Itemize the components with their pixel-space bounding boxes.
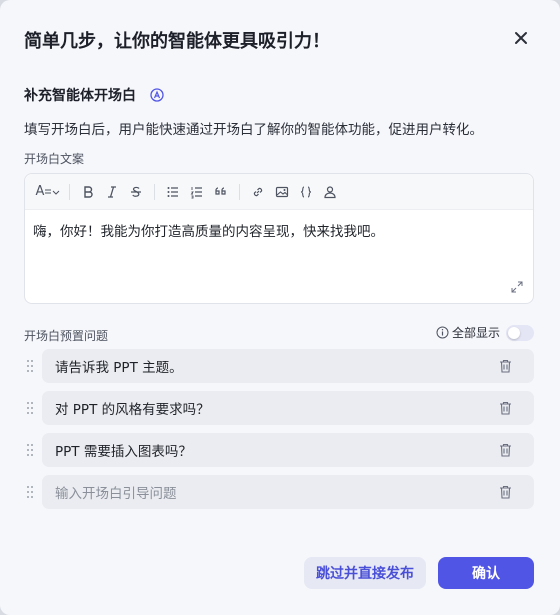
section-title: 补充智能体开场白 xyxy=(24,85,164,105)
new-question-input[interactable]: 输入开场白引导问题 xyxy=(42,475,534,509)
toolbar-divider xyxy=(154,183,155,200)
toolbar-divider xyxy=(239,183,240,200)
strikethrough-button[interactable] xyxy=(124,180,148,204)
question-input[interactable]: 请告诉我 PPT 主题。 xyxy=(42,349,534,383)
info-icon xyxy=(436,326,449,339)
close-icon[interactable] xyxy=(512,29,530,47)
italic-button[interactable] xyxy=(100,180,124,204)
font-size-label: A xyxy=(35,184,45,199)
question-text: PPT 需要插入图表吗？ xyxy=(55,444,192,460)
user-icon xyxy=(324,185,336,198)
section-title-text: 补充智能体开场白 xyxy=(24,88,136,104)
strikethrough-icon xyxy=(131,186,141,197)
onboarding-dialog: 简单几步，让你的智能体更具吸引力！ 补充智能体开场白 填写开场白后，用户能快速通… xyxy=(0,0,560,615)
new-question-placeholder: 输入开场白引导问题 xyxy=(55,486,177,502)
drag-handle-icon[interactable] xyxy=(26,443,34,457)
image-button[interactable] xyxy=(270,180,294,204)
bold-icon xyxy=(84,185,93,198)
trash-icon[interactable] xyxy=(499,359,512,373)
user-variable-button[interactable] xyxy=(318,180,342,204)
numbered-list-icon xyxy=(190,186,202,198)
italic-icon xyxy=(108,185,116,198)
preset-questions-label: 开场白预置问题 xyxy=(24,329,109,343)
question-text: 对 PPT 的风格有要求吗？ xyxy=(55,402,210,418)
opening-label: 开场白文案 xyxy=(24,152,85,166)
question-input[interactable]: PPT 需要插入图表吗？ xyxy=(42,433,534,467)
drag-handle-icon[interactable] xyxy=(26,401,34,415)
image-icon xyxy=(275,186,289,197)
link-button[interactable] xyxy=(246,180,270,204)
toggle-knob xyxy=(508,326,521,339)
expand-icon[interactable] xyxy=(511,281,523,293)
drag-handle-icon[interactable] xyxy=(26,359,34,373)
question-row: 对 PPT 的风格有要求吗？ xyxy=(26,391,534,425)
numbered-list-button[interactable] xyxy=(185,180,209,204)
drag-handle-icon[interactable] xyxy=(26,485,34,499)
show-all-label: 全部显示 xyxy=(452,326,501,340)
trash-icon[interactable] xyxy=(499,443,512,457)
trash-icon[interactable] xyxy=(499,401,512,415)
question-row: PPT 需要插入图表吗？ xyxy=(26,433,534,467)
question-row: 输入开场白引导问题 xyxy=(26,475,534,509)
opening-text[interactable]: 嗨，你好！我能为你打造高质量的内容呈现，快来找我吧。 xyxy=(33,220,384,240)
question-text: 请告诉我 PPT 主题。 xyxy=(55,360,183,376)
show-all-toggle[interactable] xyxy=(506,324,535,341)
skip-publish-button[interactable]: 跳过并直接发布 xyxy=(304,557,426,589)
chevron-down-icon xyxy=(53,190,60,195)
trash-icon[interactable] xyxy=(499,485,512,499)
question-input[interactable]: 对 PPT 的风格有要求吗？ xyxy=(42,391,534,425)
bullet-list-icon xyxy=(167,186,178,197)
dialog-title: 简单几步，让你的智能体更具吸引力！ xyxy=(24,31,330,52)
quote-button[interactable] xyxy=(209,180,233,204)
bullet-list-button[interactable] xyxy=(161,180,185,204)
ai-generate-icon[interactable] xyxy=(150,88,164,102)
opening-editor[interactable]: A 嗨，你好！我能为你打造高质量的内容呈现，快来找我吧。 xyxy=(24,173,534,304)
confirm-button[interactable]: 确认 xyxy=(438,557,534,589)
quote-icon xyxy=(215,186,226,195)
code-braces-icon xyxy=(300,185,312,198)
text-lines-icon xyxy=(45,189,52,193)
section-description: 填写开场白后，用户能快速通过开场白了解你的智能体功能，促进用户转化。 xyxy=(24,122,483,138)
editor-toolbar: A xyxy=(25,174,533,210)
show-all-control: 全部显示 xyxy=(436,324,535,341)
link-icon xyxy=(253,187,263,196)
question-row: 请告诉我 PPT 主题。 xyxy=(26,349,534,383)
font-size-button[interactable]: A xyxy=(33,180,63,204)
toolbar-divider xyxy=(69,183,70,200)
bold-button[interactable] xyxy=(76,180,100,204)
code-button[interactable] xyxy=(294,180,318,204)
